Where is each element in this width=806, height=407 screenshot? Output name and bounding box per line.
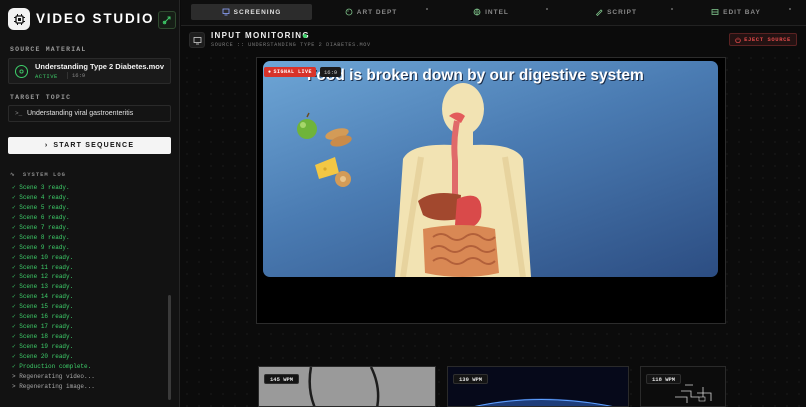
start-sequence-label: START SEQUENCE	[53, 142, 135, 149]
aspect-ratio-badge: 16:9	[320, 67, 342, 77]
tab-screening[interactable]: SCREENING	[191, 4, 312, 20]
screen-icon	[189, 32, 205, 48]
log-line: ✓ Scene 5 ready.	[12, 203, 70, 211]
log-line: ✓ Scene 13 ready.	[12, 283, 74, 291]
source-material-label: SOURCE MATERIAL	[10, 46, 87, 53]
system-log: ✓ Scene 3 ready. ✓ Scene 4 ready. ✓ Scene …	[8, 183, 168, 407]
tab-separator	[789, 8, 791, 10]
eject-source-label: EJECT SOURCE	[744, 36, 791, 43]
tab-separator	[426, 8, 428, 10]
wpm-badge: 130 WPM	[453, 374, 489, 384]
monitor-icon	[222, 8, 230, 16]
source-ratio: 16:9	[67, 72, 85, 79]
tab-edit-bay[interactable]: EDIT BAY	[706, 4, 766, 20]
log-line: ✓ Scene 4 ready.	[12, 193, 70, 201]
tab-intel[interactable]: INTEL	[466, 4, 516, 20]
globe-icon	[473, 8, 481, 16]
log-line: ✓ Scene 18 ready.	[12, 333, 74, 341]
log-line: ✓ Scene 10 ready.	[12, 253, 74, 261]
activity-icon: ∿	[10, 171, 16, 178]
log-line: ✓ Scene 20 ready.	[12, 352, 74, 360]
log-scrollbar[interactable]	[168, 295, 171, 400]
tab-bar: SCREENING ART DEPT INTEL SCRIPT EDIT BAY	[181, 0, 806, 26]
tab-label: SCRIPT	[607, 8, 637, 16]
log-line: > Regenerating video...	[12, 372, 95, 380]
tab-label: EDIT BAY	[723, 8, 761, 16]
palette-icon	[345, 8, 353, 16]
terminal-icon: >_	[15, 110, 23, 117]
log-line: ✓ Scene 19 ready.	[12, 343, 74, 350]
tab-separator	[546, 8, 548, 10]
play-circle-icon	[15, 65, 28, 78]
film-icon	[711, 9, 719, 15]
chevron-right-icon: ›	[44, 142, 49, 149]
log-line: ✓ Scene 15 ready.	[12, 303, 74, 311]
system-log-header: ∿ SYSTEM LOG	[10, 171, 170, 179]
target-topic-label: TARGET TOPIC	[10, 94, 72, 101]
monitor-title: INPUT MONITORING	[211, 31, 310, 40]
connect-button[interactable]	[158, 11, 176, 29]
link-icon	[162, 16, 171, 25]
log-line: ✓ Scene 11 ready.	[12, 263, 74, 271]
log-line: ✓ Scene 12 ready.	[12, 273, 74, 281]
tab-script[interactable]: SCRIPT	[591, 4, 641, 20]
log-line: ✓ Scene 14 ready.	[12, 293, 74, 301]
sidebar: VIDEO STUDIO SOURCE MATERIAL Understandi…	[0, 0, 180, 407]
log-line: > Regenerating image...	[12, 382, 95, 390]
scene-thumbnail[interactable]: 130 WPM	[447, 366, 629, 407]
topic-input[interactable]: >_ Understanding viral gastroenteritis	[8, 105, 171, 122]
scene-image	[259, 367, 435, 406]
system-log-label: SYSTEM LOG	[22, 171, 66, 178]
video-frame[interactable]: Food is broken down by our digestive sys…	[263, 61, 718, 277]
scene-thumbnail[interactable]: 145 WPM	[258, 366, 436, 407]
signal-live-label: SIGNAL LIVE	[273, 69, 313, 75]
source-status-badge: ACTIVE	[35, 73, 58, 80]
tab-label: SCREENING	[233, 8, 282, 16]
tab-label: ART DEPT	[356, 8, 398, 16]
wpm-badge: 145 WPM	[264, 374, 300, 384]
log-line: ✓ Scene 3 ready.	[12, 184, 70, 191]
log-line: ✓ Scene 8 ready.	[12, 233, 70, 241]
power-icon	[735, 37, 741, 43]
chip-icon	[8, 8, 30, 30]
start-sequence-button[interactable]: › START SEQUENCE	[8, 137, 171, 154]
pen-icon	[596, 9, 603, 16]
video-caption: Food is broken down by our digestive sys…	[307, 67, 644, 84]
source-name: Understanding Type 2 Diabetes.mov	[35, 62, 165, 71]
tab-art-dept[interactable]: ART DEPT	[341, 4, 401, 20]
log-line: ✓ Scene 17 ready.	[12, 323, 74, 331]
scene-image	[448, 367, 628, 406]
tab-label: INTEL	[485, 8, 509, 16]
log-line: ✓ Production complete.	[12, 362, 92, 370]
eject-source-button[interactable]: EJECT SOURCE	[729, 33, 797, 46]
wpm-badge: 118 WPM	[646, 374, 682, 384]
monitor-subtitle: SOURCE :: UNDERSTANDING TYPE 2 DIABETES.…	[211, 42, 371, 48]
signal-live-badge: ● SIGNAL LIVE	[264, 67, 317, 77]
source-card[interactable]: Understanding Type 2 Diabetes.mov ACTIVE…	[8, 58, 171, 84]
log-line: ✓ Scene 9 ready.	[12, 243, 70, 251]
scene-thumbnail[interactable]: 118 WPM	[640, 366, 726, 407]
app-title: VIDEO STUDIO	[36, 11, 155, 26]
tab-separator	[671, 8, 673, 10]
brand: VIDEO STUDIO	[8, 8, 176, 30]
live-indicator	[303, 34, 307, 38]
topic-value: Understanding viral gastroenteritis	[27, 110, 134, 117]
log-line: ✓ Scene 6 ready.	[12, 213, 70, 221]
record-dot-icon: ●	[268, 69, 272, 75]
log-line: ✓ Scene 16 ready.	[12, 313, 74, 321]
log-line: ✓ Scene 7 ready.	[12, 223, 70, 231]
scene-image	[641, 367, 725, 406]
digestive-system-illustration	[297, 83, 531, 277]
